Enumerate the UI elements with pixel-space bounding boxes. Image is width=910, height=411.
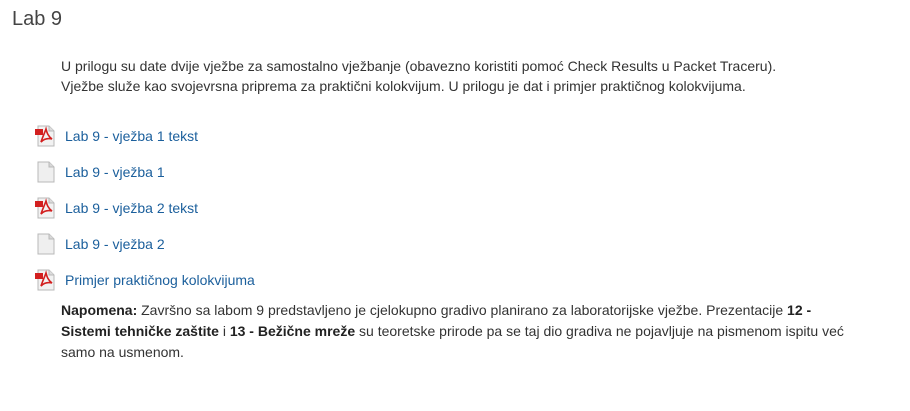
activity-link[interactable]: Lab 9 - vježba 1 tekst [65, 128, 198, 144]
summary-line-2: Vježbe služe kao svojevrsna priprema za … [61, 78, 746, 94]
activity-list: Lab 9 - vježba 1 tekst Lab 9 - vježba 1 … [34, 118, 255, 298]
note-paragraph: Napomena: Završno sa labom 9 predstavlje… [61, 300, 861, 363]
activity-item[interactable]: Lab 9 - vježba 1 [34, 154, 255, 190]
pdf-icon [34, 124, 58, 148]
section-summary: U prilogu su date dvije vježbe za samost… [61, 56, 861, 96]
pdf-icon [34, 268, 58, 292]
note-text: Završno sa labom 9 predstavljeno je cjel… [137, 302, 788, 318]
activity-item[interactable]: Lab 9 - vježba 2 tekst [34, 190, 255, 226]
activity-item[interactable]: Primjer praktičnog kolokvijuma [34, 262, 255, 298]
activity-link[interactable]: Lab 9 - vježba 2 tekst [65, 200, 198, 216]
file-icon [34, 160, 58, 184]
activity-link[interactable]: Primjer praktičnog kolokvijuma [65, 272, 255, 288]
note-label: Napomena: [61, 302, 138, 318]
pdf-icon [34, 196, 58, 220]
activity-link[interactable]: Lab 9 - vježba 2 [65, 236, 165, 252]
file-icon [34, 232, 58, 256]
section-title: Lab 9 [12, 8, 63, 30]
note-bold-presentation-13: 13 - Bežične mreže [229, 323, 356, 339]
summary-line-1: U prilogu su date dvije vježbe za samost… [61, 58, 777, 74]
activity-link[interactable]: Lab 9 - vježba 1 [65, 164, 165, 180]
note-text: i [218, 323, 230, 339]
activity-item[interactable]: Lab 9 - vježba 1 tekst [34, 118, 255, 154]
activity-item[interactable]: Lab 9 - vježba 2 [34, 226, 255, 262]
